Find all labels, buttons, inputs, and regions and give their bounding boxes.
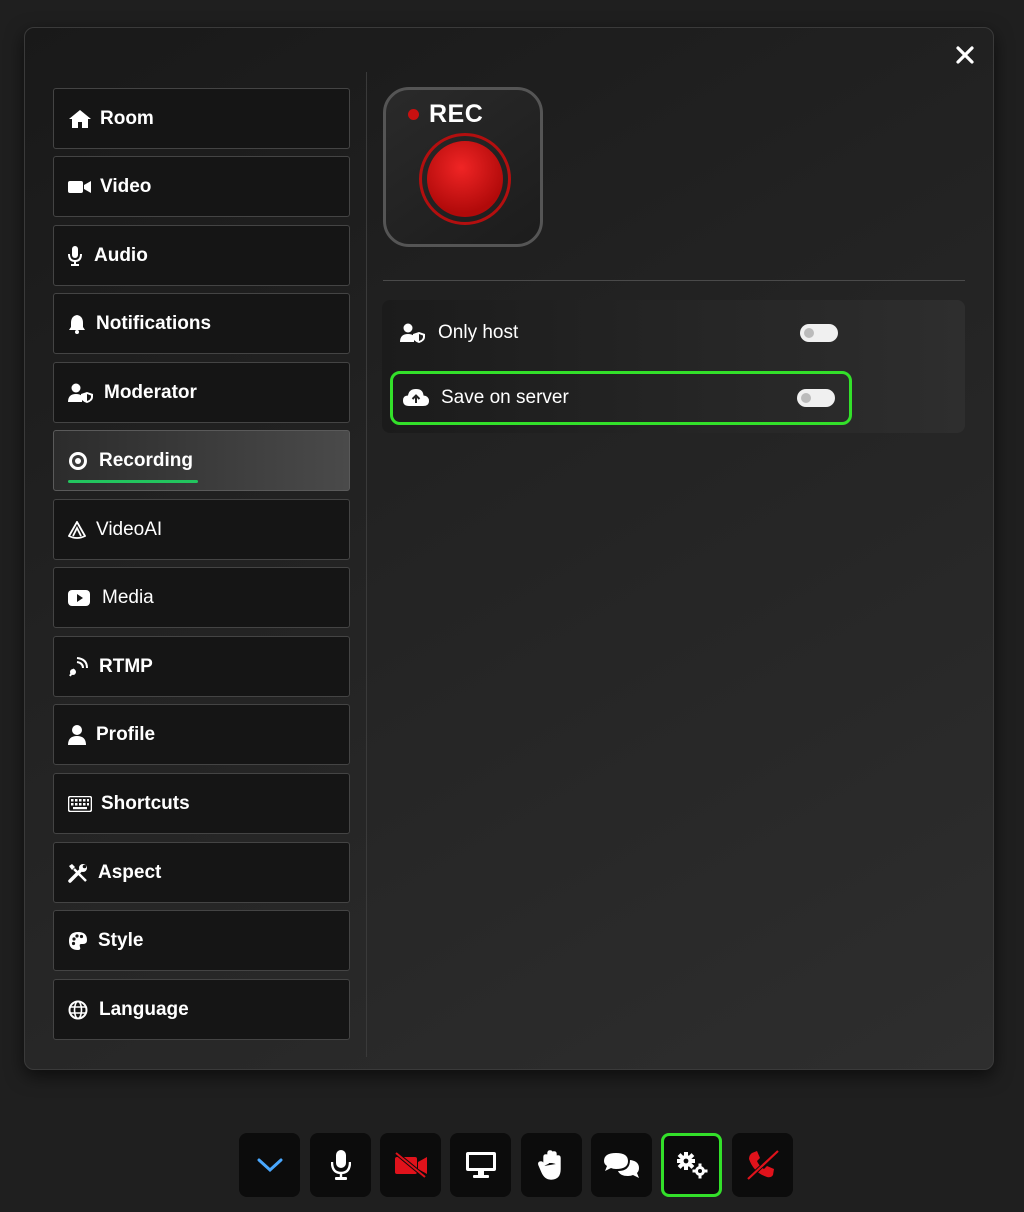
- sidebar-item-notifications[interactable]: Notifications: [53, 293, 350, 354]
- raise-hand-button[interactable]: [521, 1133, 582, 1197]
- sidebar-item-label: Style: [98, 929, 144, 951]
- sidebar-item-label: Moderator: [104, 381, 197, 403]
- section-divider: [383, 280, 965, 281]
- chat-button[interactable]: [591, 1133, 652, 1197]
- hand-icon: [537, 1150, 561, 1180]
- tools-icon: [68, 861, 92, 885]
- save-on-server-toggle[interactable]: [797, 389, 835, 407]
- setting-label: Save on server: [441, 387, 569, 408]
- video-camera-icon: [68, 175, 94, 199]
- setting-label: Only host: [438, 322, 519, 343]
- sidebar-item-label: Room: [100, 107, 154, 129]
- microphone-icon: [68, 244, 88, 268]
- setting-only-host: Only host: [390, 306, 852, 360]
- leave-call-button[interactable]: [732, 1133, 793, 1197]
- record-icon: [68, 449, 93, 473]
- sidebar-item-recording[interactable]: Recording: [53, 430, 350, 491]
- sidebar-item-audio[interactable]: Audio: [53, 225, 350, 286]
- sidebar-item-videoai[interactable]: VideoAI: [53, 499, 350, 560]
- screen-share-button[interactable]: [450, 1133, 511, 1197]
- sidebar-item-label: RTMP: [99, 655, 153, 677]
- sidebar-divider: [366, 72, 367, 1057]
- sidebar-item-label: Shortcuts: [101, 792, 190, 814]
- youtube-icon: [68, 586, 96, 610]
- sidebar-item-label: Notifications: [96, 312, 212, 334]
- video-toggle-button[interactable]: [380, 1133, 441, 1197]
- globe-icon: [68, 998, 93, 1022]
- sidebar-item-moderator[interactable]: Moderator: [53, 362, 350, 423]
- record-icon: [419, 133, 511, 225]
- keyboard-icon: [68, 792, 95, 816]
- video-off-icon: [394, 1152, 427, 1178]
- microphone-button[interactable]: [310, 1133, 371, 1197]
- sidebar-item-video[interactable]: Video: [53, 156, 350, 217]
- palette-icon: [68, 929, 92, 953]
- rec-label: REC: [429, 100, 484, 128]
- leave-call-icon: [746, 1149, 779, 1181]
- sidebar-item-profile[interactable]: Profile: [53, 704, 350, 765]
- only-host-toggle[interactable]: [800, 324, 838, 342]
- bell-icon: [68, 312, 90, 336]
- microphone-icon: [330, 1150, 351, 1180]
- close-icon: [956, 46, 974, 64]
- rec-indicator: REC: [383, 87, 543, 247]
- sidebar-item-rtmp[interactable]: RTMP: [53, 636, 350, 697]
- chat-icon: [603, 1153, 639, 1178]
- chevron-down-icon: [257, 1158, 282, 1173]
- setting-save-on-server: Save on server: [390, 371, 852, 425]
- sidebar-item-label: Audio: [94, 244, 148, 266]
- sidebar-item-room[interactable]: Room: [53, 88, 350, 149]
- sidebar-item-style[interactable]: Style: [53, 910, 350, 971]
- user-shield-icon: [400, 321, 430, 345]
- close-button[interactable]: [952, 42, 978, 68]
- user-shield-icon: [68, 381, 98, 405]
- sidebar-item-language[interactable]: Language: [53, 979, 350, 1040]
- cloud-upload-icon: [403, 386, 433, 410]
- rec-dot: [408, 109, 419, 120]
- sidebar-item-media[interactable]: Media: [53, 567, 350, 628]
- settings-icon: [676, 1152, 707, 1179]
- broadcast-icon: [68, 655, 93, 679]
- active-indicator: [68, 480, 198, 483]
- ai-icon: [68, 518, 90, 542]
- sidebar-item-label: Aspect: [98, 861, 162, 883]
- sidebar-item-label: Profile: [96, 723, 156, 745]
- home-icon: [68, 107, 94, 131]
- sidebar-item-label: Language: [99, 998, 189, 1020]
- sidebar-item-label: Media: [102, 586, 154, 608]
- sidebar-item-label: Video: [100, 175, 152, 197]
- settings-button[interactable]: [661, 1133, 722, 1197]
- user-icon: [68, 723, 90, 747]
- screen-share-icon: [465, 1152, 496, 1178]
- sidebar-item-label: VideoAI: [96, 518, 163, 540]
- sidebar-item-shortcuts[interactable]: Shortcuts: [53, 773, 350, 834]
- hide-toolbar-button[interactable]: [239, 1133, 300, 1197]
- sidebar-item-aspect[interactable]: Aspect: [53, 842, 350, 903]
- recording-settings-card: Only host Save on server: [382, 300, 965, 433]
- sidebar-item-label: Recording: [99, 449, 193, 471]
